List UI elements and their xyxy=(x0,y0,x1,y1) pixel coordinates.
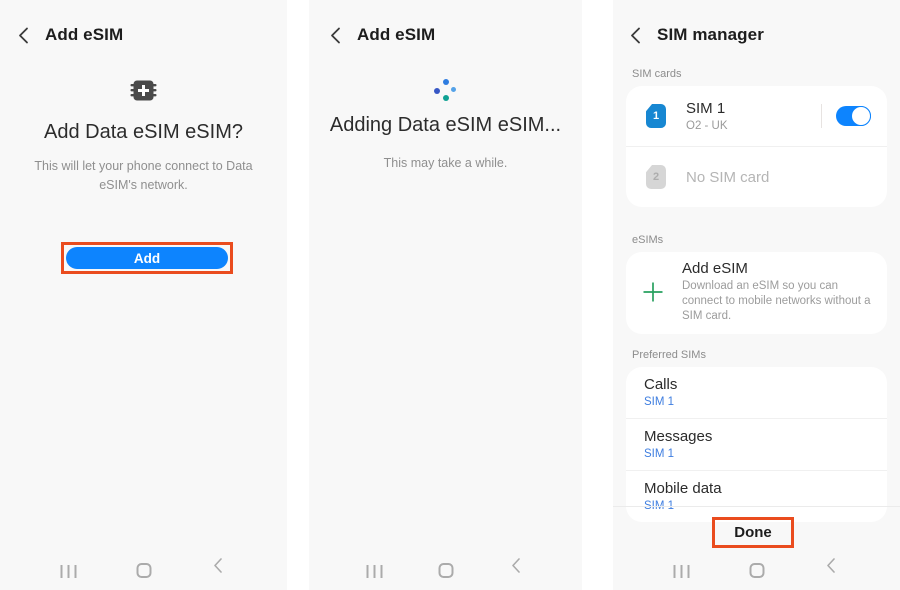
preferred-title: Calls xyxy=(644,375,678,393)
add-esim-title: Add eSIM xyxy=(682,260,748,277)
header: Add eSIM xyxy=(0,0,287,49)
sim2-title: No SIM card xyxy=(686,168,770,186)
loading-spinner-icon xyxy=(434,79,457,101)
done-button[interactable]: Done xyxy=(734,524,772,541)
add-esim-description: Download an eSIM so you can connect to m… xyxy=(682,280,871,323)
add-esim-row[interactable]: Add eSIM Download an eSIM so you can con… xyxy=(626,252,887,334)
sim1-title: SIM 1 xyxy=(686,100,726,117)
sim1-subtitle: O2 - UK xyxy=(686,120,728,132)
sim1-badge-icon: 1 xyxy=(646,104,666,128)
recents-icon[interactable] xyxy=(364,565,385,578)
bottom-separator xyxy=(613,506,900,507)
highlight-box-add: Add xyxy=(61,242,233,274)
toggle-knob xyxy=(851,106,871,126)
recents-icon[interactable] xyxy=(58,565,79,578)
esims-card: Add eSIM Download an eSIM so you can con… xyxy=(626,252,887,334)
home-icon[interactable] xyxy=(749,563,764,578)
sim2-row[interactable]: 2 No SIM card xyxy=(626,147,887,207)
panel-add-esim-progress: Add eSIM Adding Data eSIM eSIM... This m… xyxy=(309,0,582,590)
back-icon[interactable] xyxy=(827,558,836,578)
home-icon[interactable] xyxy=(136,563,151,578)
screenshot-root: Add eSIM Add Data eSIM eSIM? This will l… xyxy=(0,0,900,590)
back-icon[interactable] xyxy=(214,558,223,578)
plus-icon xyxy=(642,281,664,303)
panel-sim-manager: SIM manager SIM cards 1 SIM 1 O2 - UK 2 … xyxy=(613,0,900,590)
preferred-row-messages[interactable]: Messages SIM 1 xyxy=(626,419,887,470)
toggle-divider xyxy=(821,104,822,128)
section-label-preferred-sims: Preferred SIMs xyxy=(632,348,706,361)
back-chevron-icon[interactable] xyxy=(630,27,641,44)
preferred-sims-card: Calls SIM 1 Messages SIM 1 Mobile data S… xyxy=(626,366,887,522)
back-icon[interactable] xyxy=(512,558,521,578)
back-chevron-icon[interactable] xyxy=(18,27,29,44)
sim2-badge-icon: 2 xyxy=(646,165,666,189)
preferred-row-mobile-data[interactable]: Mobile data SIM 1 xyxy=(626,471,887,522)
add-button[interactable]: Add xyxy=(66,247,228,269)
preferred-value: SIM 1 xyxy=(644,395,675,408)
navigation-bar xyxy=(0,542,287,590)
section-label-sim-cards: SIM cards xyxy=(632,68,682,80)
add-esim-text: Add eSIM Download an eSIM so you can con… xyxy=(682,260,873,325)
sim1-toggle-area xyxy=(821,104,871,128)
header: SIM manager xyxy=(613,0,900,49)
navigation-bar xyxy=(613,542,900,590)
sim1-row[interactable]: 1 SIM 1 O2 - UK xyxy=(626,86,887,146)
confirm-heading: Add Data eSIM eSIM? xyxy=(44,121,243,143)
preferred-title: Messages xyxy=(644,427,713,445)
preferred-title: Mobile data xyxy=(644,479,722,497)
sim1-text: SIM 1 O2 - UK xyxy=(686,100,728,132)
sim-chip-icon xyxy=(0,80,287,106)
sim1-toggle[interactable] xyxy=(836,106,871,126)
header: Add eSIM xyxy=(309,0,582,49)
confirm-description: This will let your phone connect to Data… xyxy=(34,159,253,192)
panel-add-esim-confirm: Add eSIM Add Data eSIM eSIM? This will l… xyxy=(0,0,287,590)
preferred-row-calls[interactable]: Calls SIM 1 xyxy=(626,367,887,418)
section-label-esims: eSIMs xyxy=(632,234,664,246)
back-chevron-icon[interactable] xyxy=(330,27,341,44)
page-title: Add eSIM xyxy=(45,25,124,44)
progress-heading: Adding Data eSIM eSIM... xyxy=(329,114,562,136)
page-title: Add eSIM xyxy=(357,25,436,44)
sim-cards-card: 1 SIM 1 O2 - UK 2 No SIM card xyxy=(626,86,887,207)
preferred-value: SIM 1 xyxy=(644,447,675,460)
navigation-bar xyxy=(309,542,582,590)
page-title: SIM manager xyxy=(657,25,764,44)
recents-icon[interactable] xyxy=(671,565,692,578)
home-icon[interactable] xyxy=(438,563,453,578)
progress-description: This may take a while. xyxy=(383,156,508,170)
